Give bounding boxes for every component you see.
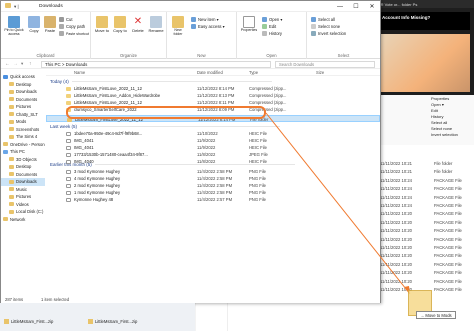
- drag-tooltip: → Move to Mods: [416, 311, 456, 319]
- download-item[interactable]: LittleMsSam_First...zip: [4, 317, 53, 325]
- zip-icon: [4, 318, 9, 324]
- drag-arrow-line: [265, 112, 411, 295]
- download-shelf: LittleMsSam_First...zip LittleMsSam_Firs…: [0, 303, 195, 331]
- zip-icon: [88, 318, 93, 324]
- download-item[interactable]: LittleMsSam_First...zip: [88, 317, 137, 325]
- drag-arrow: [265, 112, 411, 295]
- download-item-label: LittleMsSam_First...zip: [11, 318, 54, 324]
- download-item-label: LittleMsSam_First...zip: [95, 318, 138, 324]
